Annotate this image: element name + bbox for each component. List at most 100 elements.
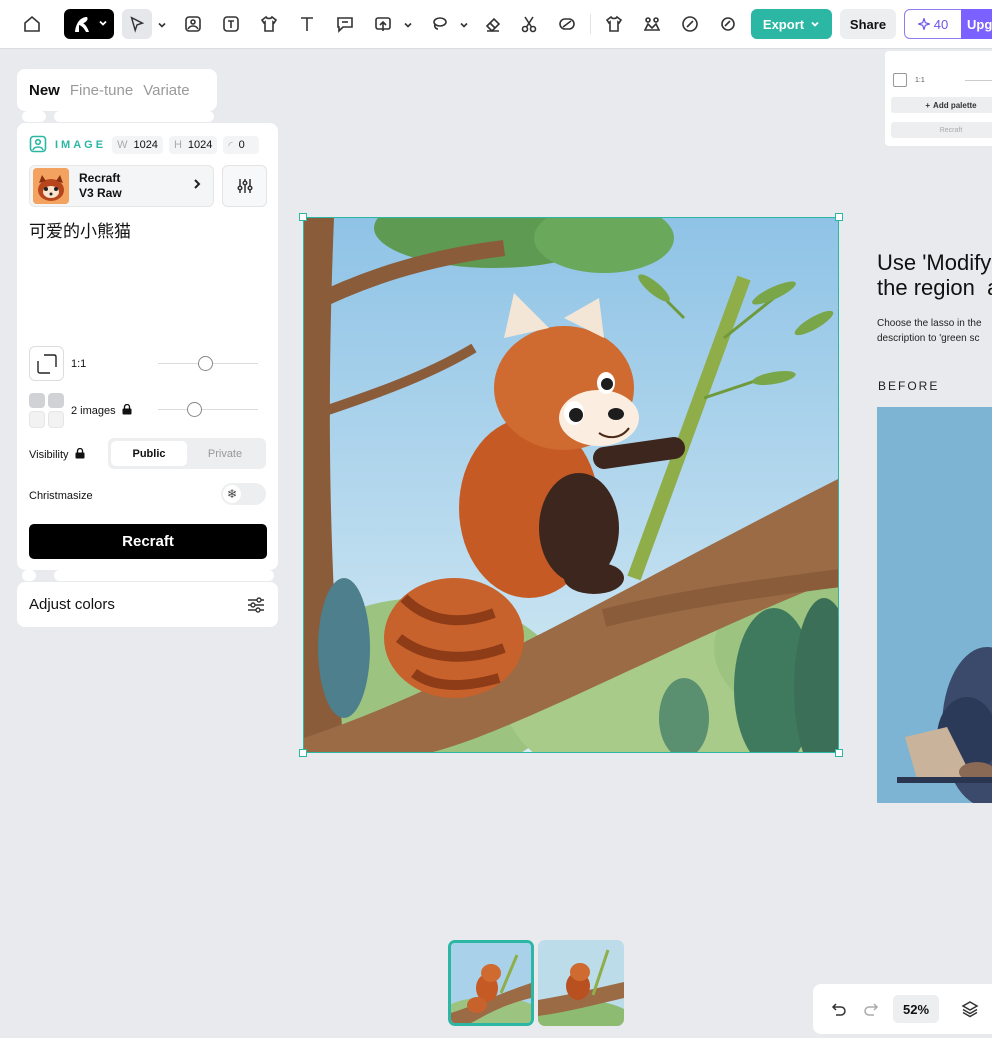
image-icon [29, 135, 47, 156]
locked-feature-icon[interactable] [714, 10, 742, 38]
credits-button[interactable]: 40 [904, 9, 962, 39]
aspect-ratio-slider[interactable] [158, 356, 258, 371]
style-preview-card: 1:1 + Add palette Recraft [885, 51, 992, 146]
lasso-icon[interactable] [425, 10, 453, 38]
eraser-icon[interactable] [479, 10, 507, 38]
mode-tabs: New Fine-tune Variate [17, 69, 217, 111]
panel-connector [54, 111, 214, 122]
visibility-public[interactable]: Public [111, 441, 187, 466]
red-panda-illustration [304, 218, 838, 752]
prompt-input[interactable]: 可爱的小熊猫 [29, 217, 266, 327]
scissors-icon[interactable] [515, 10, 543, 38]
add-palette-label: Add palette [933, 100, 977, 110]
sliders-icon [236, 179, 253, 193]
image-count-slider[interactable] [158, 402, 258, 417]
resize-handle[interactable] [299, 213, 307, 221]
tab-fine-tune[interactable]: Fine-tune [70, 82, 133, 99]
width-field[interactable]: W 1024 [112, 136, 163, 154]
image-thumbnail-1[interactable] [448, 940, 534, 1026]
comment-icon[interactable] [331, 10, 359, 38]
chevron-down-icon[interactable] [403, 17, 413, 28]
export-label: Export [762, 16, 805, 32]
chevron-down-icon[interactable] [459, 17, 469, 28]
mini-recraft-button[interactable]: Recraft [891, 122, 992, 138]
christmasize-label: Christmasize [29, 490, 93, 502]
visibility-private[interactable]: Private [187, 441, 263, 466]
zoom-level[interactable]: 52% [893, 995, 939, 1023]
recraft-logo-icon [75, 17, 89, 32]
tip-title: Use 'Modify the region a [877, 250, 992, 300]
redo-icon[interactable] [861, 998, 883, 1020]
height-field[interactable]: H 1024 [168, 136, 218, 154]
model-name-line1: Recraft [79, 171, 121, 185]
undo-icon[interactable] [827, 998, 849, 1020]
generated-image[interactable] [303, 217, 839, 753]
credits-count: 40 [933, 16, 949, 32]
text-to-image-icon[interactable] [217, 10, 245, 38]
top-toolbar: Export Share 40 Upg [0, 0, 992, 49]
aspect-ratio-icon [893, 73, 907, 87]
aspect-ratio-button[interactable] [29, 346, 64, 381]
home-icon[interactable] [18, 10, 46, 38]
corner-radius-icon: ◜ [228, 139, 233, 152]
model-settings-button[interactable] [222, 165, 267, 207]
slider-knob[interactable] [198, 356, 213, 371]
adjust-colors-button[interactable]: Adjust colors [17, 582, 278, 627]
image-tool-icon[interactable] [179, 10, 207, 38]
adjust-colors-label: Adjust colors [29, 596, 115, 613]
corner-radius-field[interactable]: ◜ 0 [223, 136, 260, 154]
sliders-icon [248, 596, 264, 613]
chevron-down-icon [98, 15, 108, 33]
group-icon[interactable] [638, 10, 666, 38]
tshirt-icon[interactable] [600, 10, 628, 38]
corner-radius-value: 0 [238, 139, 245, 151]
add-palette-button[interactable]: + Add palette [891, 97, 992, 113]
upgrade-label: Upg [967, 16, 992, 32]
lock-icon [75, 447, 85, 462]
layers-icon[interactable] [959, 998, 981, 1020]
resize-handle[interactable] [299, 749, 307, 757]
visibility-label: Visibility [29, 449, 69, 461]
visibility-toggle: Public Private [108, 438, 266, 469]
share-label: Share [849, 16, 887, 32]
export-button[interactable]: Export [751, 9, 832, 39]
chevron-down-icon[interactable] [157, 17, 167, 28]
slider-knob[interactable] [187, 402, 202, 417]
ratio-row: 1:1 [893, 73, 992, 87]
image-thumbnail-2[interactable] [538, 940, 624, 1026]
text-tool-icon[interactable] [293, 10, 321, 38]
vectorize-icon[interactable] [553, 10, 581, 38]
ratio-label: 1:1 [915, 76, 925, 84]
share-button[interactable]: Share [840, 9, 896, 39]
panel-connector [22, 111, 46, 122]
tip-text: Choose the lasso in the description to '… [877, 318, 982, 344]
resize-handle[interactable] [835, 749, 843, 757]
width-value: 1024 [133, 139, 158, 151]
tab-variate[interactable]: Variate [143, 82, 189, 99]
visibility-row: Visibility [29, 447, 85, 462]
divider [590, 14, 591, 34]
image-settings-row: IMAGE W 1024 H 1024 ◜ 0 [29, 135, 260, 156]
tab-new[interactable]: New [29, 82, 60, 99]
upload-icon[interactable] [369, 10, 397, 38]
panel-connector [22, 570, 36, 581]
select-tool-button[interactable] [122, 9, 152, 39]
before-label: BEFORE [878, 379, 940, 393]
model-name: Recraft V3 Raw [79, 171, 191, 201]
resize-handle[interactable] [835, 213, 843, 221]
edit-brush-icon[interactable] [676, 10, 704, 38]
mockup-shirt-icon[interactable] [255, 10, 283, 38]
zoom-controls: 52% [813, 984, 992, 1034]
recraft-button[interactable]: Recraft [29, 524, 267, 559]
aspect-ratio-label: 1:1 [71, 358, 87, 370]
christmasize-toggle[interactable]: ❄ [221, 483, 266, 505]
model-name-line2: V3 Raw [79, 186, 122, 200]
chevron-down-icon [811, 21, 819, 27]
snowflake-icon: ❄ [223, 485, 241, 503]
upgrade-button[interactable]: Upg [961, 9, 992, 39]
model-selector[interactable]: Recraft V3 Raw [29, 165, 214, 207]
app-menu-button[interactable] [64, 9, 114, 39]
model-thumbnail [33, 168, 69, 204]
chevron-right-icon [191, 177, 213, 195]
height-value: 1024 [187, 139, 213, 151]
